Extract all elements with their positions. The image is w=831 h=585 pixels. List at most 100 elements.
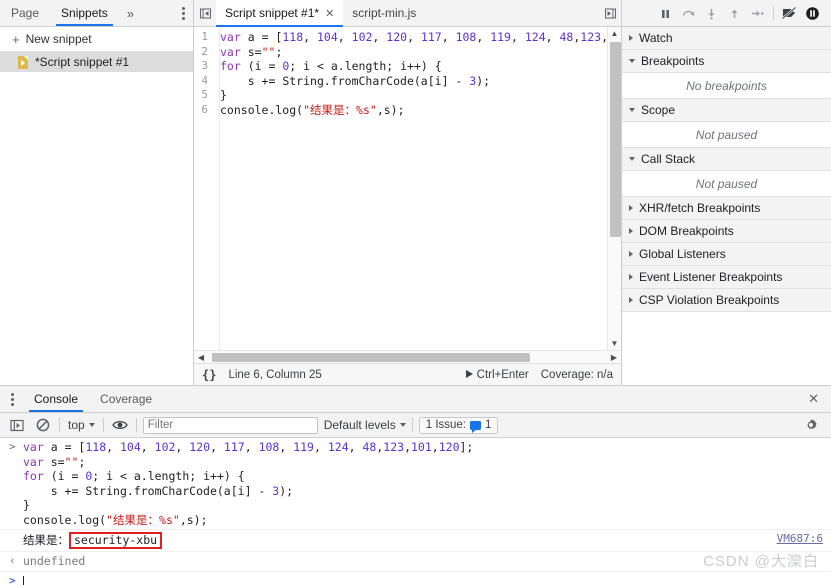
snippet-list: *Script snippet #1 (0, 52, 193, 385)
devtools-window: Page Snippets » + New snippet *Script sn… (0, 0, 831, 585)
section-title: Watch (639, 31, 673, 45)
section-header-call-stack[interactable]: Call Stack (622, 148, 831, 170)
section-title: CSP Violation Breakpoints (639, 293, 780, 307)
step-into-icon[interactable] (701, 3, 722, 24)
code-scroll-area[interactable]: 1 var a = [118, 104, 102, 120, 117, 108, … (194, 27, 607, 350)
step-over-icon[interactable] (678, 3, 699, 24)
scroll-right-icon[interactable]: ▶ (607, 353, 621, 362)
section-title: XHR/fetch Breakpoints (639, 201, 761, 215)
debugger-section-global-listeners: Global Listeners (622, 243, 831, 266)
scroll-tabs-right-icon[interactable] (599, 7, 621, 20)
list-item[interactable]: *Script snippet #1 (0, 52, 193, 72)
console-source-link[interactable]: VM687:6 (777, 532, 823, 547)
chevron-down-icon (629, 59, 635, 63)
step-out-icon[interactable] (724, 3, 745, 24)
navigator-more-options-button[interactable] (182, 0, 185, 26)
scroll-track[interactable] (208, 351, 607, 364)
console-prompt[interactable]: > (0, 572, 831, 585)
console-toolbar: top Default levels 1 Issue: 1 (0, 413, 831, 438)
cursor-position-label: Line 6, Column 25 (228, 368, 322, 381)
debugger-section-csp-violation-breakpoints: CSP Violation Breakpoints (622, 289, 831, 312)
code-line: 2 var s=""; (194, 45, 607, 60)
chevron-down-icon (399, 423, 406, 427)
script-file-icon (18, 55, 28, 69)
context-value: top (68, 418, 85, 432)
navigator-pane: Page Snippets » + New snippet *Script sn… (0, 0, 194, 385)
debugger-sections: Watch Breakpoints No breakpoints Scope N… (622, 27, 831, 312)
section-header-global-listeners[interactable]: Global Listeners (622, 243, 831, 265)
scroll-tabs-left-icon[interactable] (194, 0, 216, 26)
section-header-xhr-breakpoints[interactable]: XHR/fetch Breakpoints (622, 197, 831, 219)
plus-icon: + (12, 31, 20, 47)
section-header-watch[interactable]: Watch (622, 27, 831, 49)
code-line-text: var a = [118, 104, 102, 120, 117, 108, 1… (220, 30, 607, 44)
snippet-label: *Script snippet #1 (35, 55, 130, 69)
section-header-event-listener-breakpoints[interactable]: Event Listener Breakpoints (622, 266, 831, 288)
section-header-scope[interactable]: Scope (622, 99, 831, 121)
line-number: 4 (201, 73, 208, 87)
nav-more-glyph: » (126, 5, 134, 21)
close-icon[interactable]: ✕ (325, 7, 334, 20)
code-line-text: var s=""; (220, 44, 283, 59)
scroll-thumb[interactable] (212, 352, 530, 362)
editor-horizontal-scrollbar[interactable]: ◀ ▶ (194, 350, 621, 363)
nav-tab-snippets[interactable]: Snippets (50, 0, 119, 26)
chevron-right-icon (629, 205, 633, 211)
section-header-breakpoints[interactable]: Breakpoints (622, 50, 831, 72)
editor-tab-script-min[interactable]: script-min.js (343, 0, 425, 26)
chevron-down-icon (629, 108, 635, 112)
chevron-right-icon (629, 228, 633, 234)
tab-console[interactable]: Console (23, 386, 89, 412)
step-icon[interactable] (747, 3, 768, 24)
close-icon: ✕ (808, 391, 819, 406)
debugger-section-event-listener-breakpoints: Event Listener Breakpoints (622, 266, 831, 289)
navigator-tabbar: Page Snippets » (0, 0, 193, 27)
tab-coverage-label: Coverage (100, 392, 153, 406)
drawer-tabbar: Console Coverage ✕ (0, 386, 831, 413)
code-line-text: } (220, 88, 227, 102)
run-snippet-button[interactable]: Ctrl+Enter (465, 369, 529, 381)
scroll-track[interactable] (608, 40, 622, 337)
source-code[interactable]: 1 var a = [118, 104, 102, 120, 117, 108, … (194, 27, 607, 117)
pause-on-exceptions-icon[interactable] (802, 3, 823, 24)
deactivate-breakpoints-icon[interactable] (779, 3, 800, 24)
debugger-section-call-stack: Call Stack (622, 148, 831, 171)
scroll-up-icon[interactable]: ▲ (611, 27, 619, 40)
close-drawer-button[interactable]: ✕ (796, 386, 831, 412)
code-line-text: for (i = 0; i < a.length; i++) { (220, 59, 442, 73)
javascript-context-selector[interactable]: top (66, 418, 97, 432)
input-prompt-icon: > (9, 440, 16, 453)
issue-message-icon (470, 420, 482, 433)
section-header-dom-breakpoints[interactable]: DOM Breakpoints (622, 220, 831, 242)
editor-status-bar: {} Line 6, Column 25 Ctrl+Enter Coverage… (194, 363, 621, 385)
console-sidebar-icon[interactable] (7, 415, 27, 435)
scroll-left-icon[interactable]: ◀ (194, 353, 208, 362)
pause-icon[interactable] (655, 3, 676, 24)
log-levels-value: Default levels (323, 418, 396, 432)
new-snippet-button[interactable]: + New snippet (0, 27, 193, 52)
drawer-more-options-button[interactable] (0, 386, 23, 412)
editor-tab-script-snippet[interactable]: Script snippet #1* ✕ (216, 0, 344, 27)
play-icon (465, 370, 473, 379)
console-log-prefix: 结果是： (23, 533, 69, 547)
clear-console-icon[interactable] (33, 415, 53, 435)
scroll-down-icon[interactable]: ▼ (611, 337, 619, 350)
sources-panel: Page Snippets » + New snippet *Script sn… (0, 0, 831, 385)
nav-more-tabs-icon[interactable]: » (119, 0, 142, 26)
live-expression-icon[interactable] (110, 415, 130, 435)
editor-vertical-scrollbar[interactable]: ▲ ▼ (607, 27, 621, 350)
pretty-print-icon[interactable]: {} (202, 368, 216, 382)
new-snippet-label: New snippet (25, 32, 92, 46)
log-levels-selector[interactable]: Default levels (324, 418, 406, 432)
section-header-csp-violation-breakpoints[interactable]: CSP Violation Breakpoints (622, 289, 831, 311)
settings-gear-icon[interactable] (804, 418, 824, 432)
tab-coverage[interactable]: Coverage (89, 386, 163, 412)
filter-input[interactable] (142, 416, 318, 434)
issues-badge[interactable]: 1 Issue: 1 (418, 416, 499, 434)
nav-tab-page[interactable]: Page (0, 0, 50, 26)
console-output[interactable]: > var a = [118, 104, 102, 120, 117, 108,… (0, 438, 831, 585)
line-number: 3 (201, 59, 208, 72)
console-log-highlight: security-xbu (69, 532, 163, 549)
code-editor[interactable]: 1 var a = [118, 104, 102, 120, 117, 108, … (194, 27, 621, 350)
scroll-thumb[interactable] (609, 42, 621, 237)
